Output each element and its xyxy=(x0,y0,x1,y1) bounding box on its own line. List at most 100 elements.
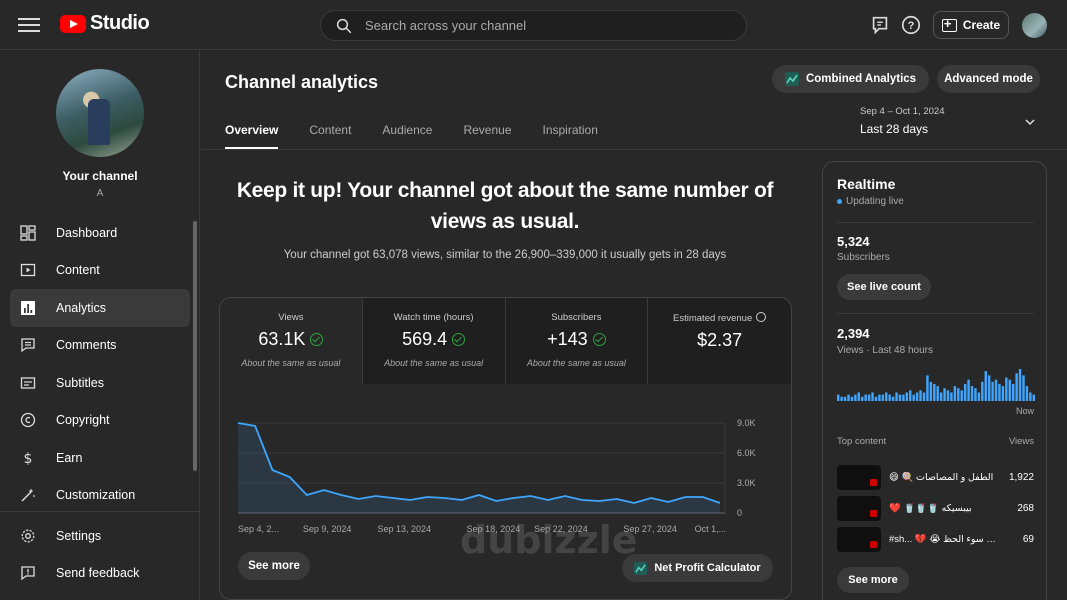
sidebar-item-dashboard[interactable]: Dashboard xyxy=(0,214,200,252)
x-tick-label: Sep 4, 2... xyxy=(238,524,279,534)
account-avatar[interactable] xyxy=(1022,13,1047,38)
now-label: Now xyxy=(1015,406,1034,416)
tab-overview[interactable]: Overview xyxy=(225,123,279,149)
metric-value: $2.37 xyxy=(697,330,743,350)
sidebar-item-label: Subtitles xyxy=(56,375,104,390)
realtime-bar xyxy=(1018,369,1022,401)
realtime-bar xyxy=(922,392,926,401)
top-bar: Studio ? Create xyxy=(0,0,1067,50)
realtime-live-status: Updating live xyxy=(837,196,904,207)
realtime-bar xyxy=(960,390,963,401)
realtime-title: Realtime xyxy=(837,176,896,192)
page-title: Channel analytics xyxy=(225,72,379,92)
net-profit-icon xyxy=(634,561,648,575)
sidebar-item-subtitles[interactable]: Subtitles xyxy=(0,364,200,402)
x-tick-label: Oct 1,... xyxy=(695,524,727,534)
video-title: 😄 🍭 الطفل و المصاصات xyxy=(889,471,994,483)
tab-revenue[interactable]: Revenue xyxy=(463,123,511,149)
views-column-label: Views xyxy=(1008,436,1034,447)
sidebar-item-comments[interactable]: Comments xyxy=(0,327,200,365)
app-name: Studio xyxy=(90,12,150,34)
sidebar-item-earn[interactable]: $ Earn xyxy=(0,439,200,477)
realtime-bar xyxy=(1029,392,1032,401)
sidebar-nav: Dashboard Content Analytics Comments Sub… xyxy=(0,214,200,514)
sidebar-item-customization[interactable]: Customization xyxy=(0,477,200,515)
channel-name: Your channel xyxy=(62,169,138,183)
sidebar-scrollbar[interactable] xyxy=(193,221,197,471)
top-content-item[interactable]: 😄 🍭 الطفل و المصاصات 1,922 xyxy=(837,464,1034,490)
realtime-bar xyxy=(981,381,984,401)
check-circle-icon xyxy=(310,333,324,346)
studio-logo[interactable]: Studio xyxy=(60,12,150,35)
metric-tab-revenue[interactable]: Estimated revenue $2.37 xyxy=(648,298,791,384)
metric-note: About the same as usual xyxy=(241,358,341,368)
sidebar-divider xyxy=(0,511,200,512)
realtime-bar xyxy=(926,375,929,401)
combined-analytics-button[interactable]: Combined Analytics xyxy=(772,65,929,93)
sidebar-item-copyright[interactable]: Copyright xyxy=(0,402,200,440)
realtime-bar xyxy=(915,392,919,401)
sidebar-item-content[interactable]: Content xyxy=(0,252,200,290)
date-range-picker[interactable]: Sep 4 – Oct 1, 2024 Last 28 days xyxy=(860,106,1040,138)
help-icon[interactable]: ? xyxy=(900,14,922,36)
advanced-mode-button[interactable]: Advanced mode xyxy=(937,65,1040,93)
see-more-label: See more xyxy=(248,560,300,572)
metric-tab-subscribers[interactable]: Subscribers +143 About the same as usual xyxy=(505,298,649,384)
realtime-bar xyxy=(967,379,970,401)
y-tick-label: 6.0K xyxy=(737,448,756,458)
check-circle-icon xyxy=(592,333,606,346)
realtime-bar xyxy=(1022,375,1025,401)
realtime-bar xyxy=(1008,379,1011,401)
realtime-bar xyxy=(946,390,950,401)
tab-audience[interactable]: Audience xyxy=(382,123,432,149)
top-content-item[interactable]: #sh... 💔 😭 أوووه من سوء الحظ 69 xyxy=(837,526,1034,552)
see-more-top-content-button[interactable]: See more xyxy=(837,567,909,593)
combined-analytics-icon xyxy=(784,72,799,86)
sidebar-item-label: Settings xyxy=(56,528,102,543)
realtime-bar xyxy=(957,388,960,401)
search-icon xyxy=(336,18,352,33)
realtime-bar xyxy=(888,394,891,401)
search-input[interactable] xyxy=(365,18,705,33)
channel-avatar[interactable] xyxy=(56,69,144,157)
svg-text:$: $ xyxy=(24,451,33,466)
see-live-count-button[interactable]: See live count xyxy=(837,274,931,300)
menu-icon[interactable] xyxy=(18,14,40,36)
sidebar-item-settings[interactable]: Settings xyxy=(0,517,200,555)
chevron-down-icon xyxy=(1025,119,1035,126)
metric-tab-views[interactable]: Views 63.1K About the same as usual xyxy=(220,298,363,384)
create-button[interactable]: Create xyxy=(933,11,1009,39)
sidebar-item-send-feedback[interactable]: Send feedback xyxy=(0,555,200,593)
metric-value: 63.1K xyxy=(258,329,306,349)
see-more-button[interactable]: See more xyxy=(238,552,310,580)
realtime-bar xyxy=(1025,386,1029,401)
dashboard-icon xyxy=(20,225,36,241)
views-value: 2,394 xyxy=(837,326,870,341)
live-dot-icon xyxy=(837,199,842,204)
youtube-logo-icon xyxy=(60,14,86,33)
tab-content[interactable]: Content xyxy=(309,123,351,149)
x-tick-label: Sep 9, 2024 xyxy=(303,524,352,534)
views-label: Views · Last 48 hours xyxy=(837,345,933,356)
check-circle-icon xyxy=(452,333,466,346)
tab-inspiration[interactable]: Inspiration xyxy=(543,123,598,149)
y-tick-label: 3.0K xyxy=(737,478,756,488)
realtime-bar xyxy=(909,390,912,401)
x-tick-label: Sep 27, 2024 xyxy=(623,524,677,534)
video-views: 69 xyxy=(1022,533,1034,545)
top-content-item[interactable]: ❤️ 🥤🥤🥤 بيبسيكه 268 xyxy=(837,495,1034,521)
realtime-bar xyxy=(987,375,991,401)
insight-subline: Your channel got 63,078 views, similar t… xyxy=(283,249,727,261)
realtime-bar xyxy=(1005,377,1008,401)
views-line xyxy=(237,422,721,504)
sidebar-item-analytics[interactable]: Analytics xyxy=(10,289,190,327)
realtime-bar xyxy=(1001,386,1005,401)
x-tick-label: Sep 22, 2024 xyxy=(534,524,588,534)
create-video-icon xyxy=(941,16,957,32)
sidebar-item-label: Send feedback xyxy=(56,566,140,581)
realtime-bar xyxy=(998,383,1001,401)
search-bar[interactable] xyxy=(320,10,747,41)
metric-tab-watch-time[interactable]: Watch time (hours) 569.4 About the same … xyxy=(362,298,506,384)
comment-feedback-icon[interactable] xyxy=(869,14,891,36)
net-profit-calculator-button[interactable]: Net Profit Calculator xyxy=(622,554,773,582)
